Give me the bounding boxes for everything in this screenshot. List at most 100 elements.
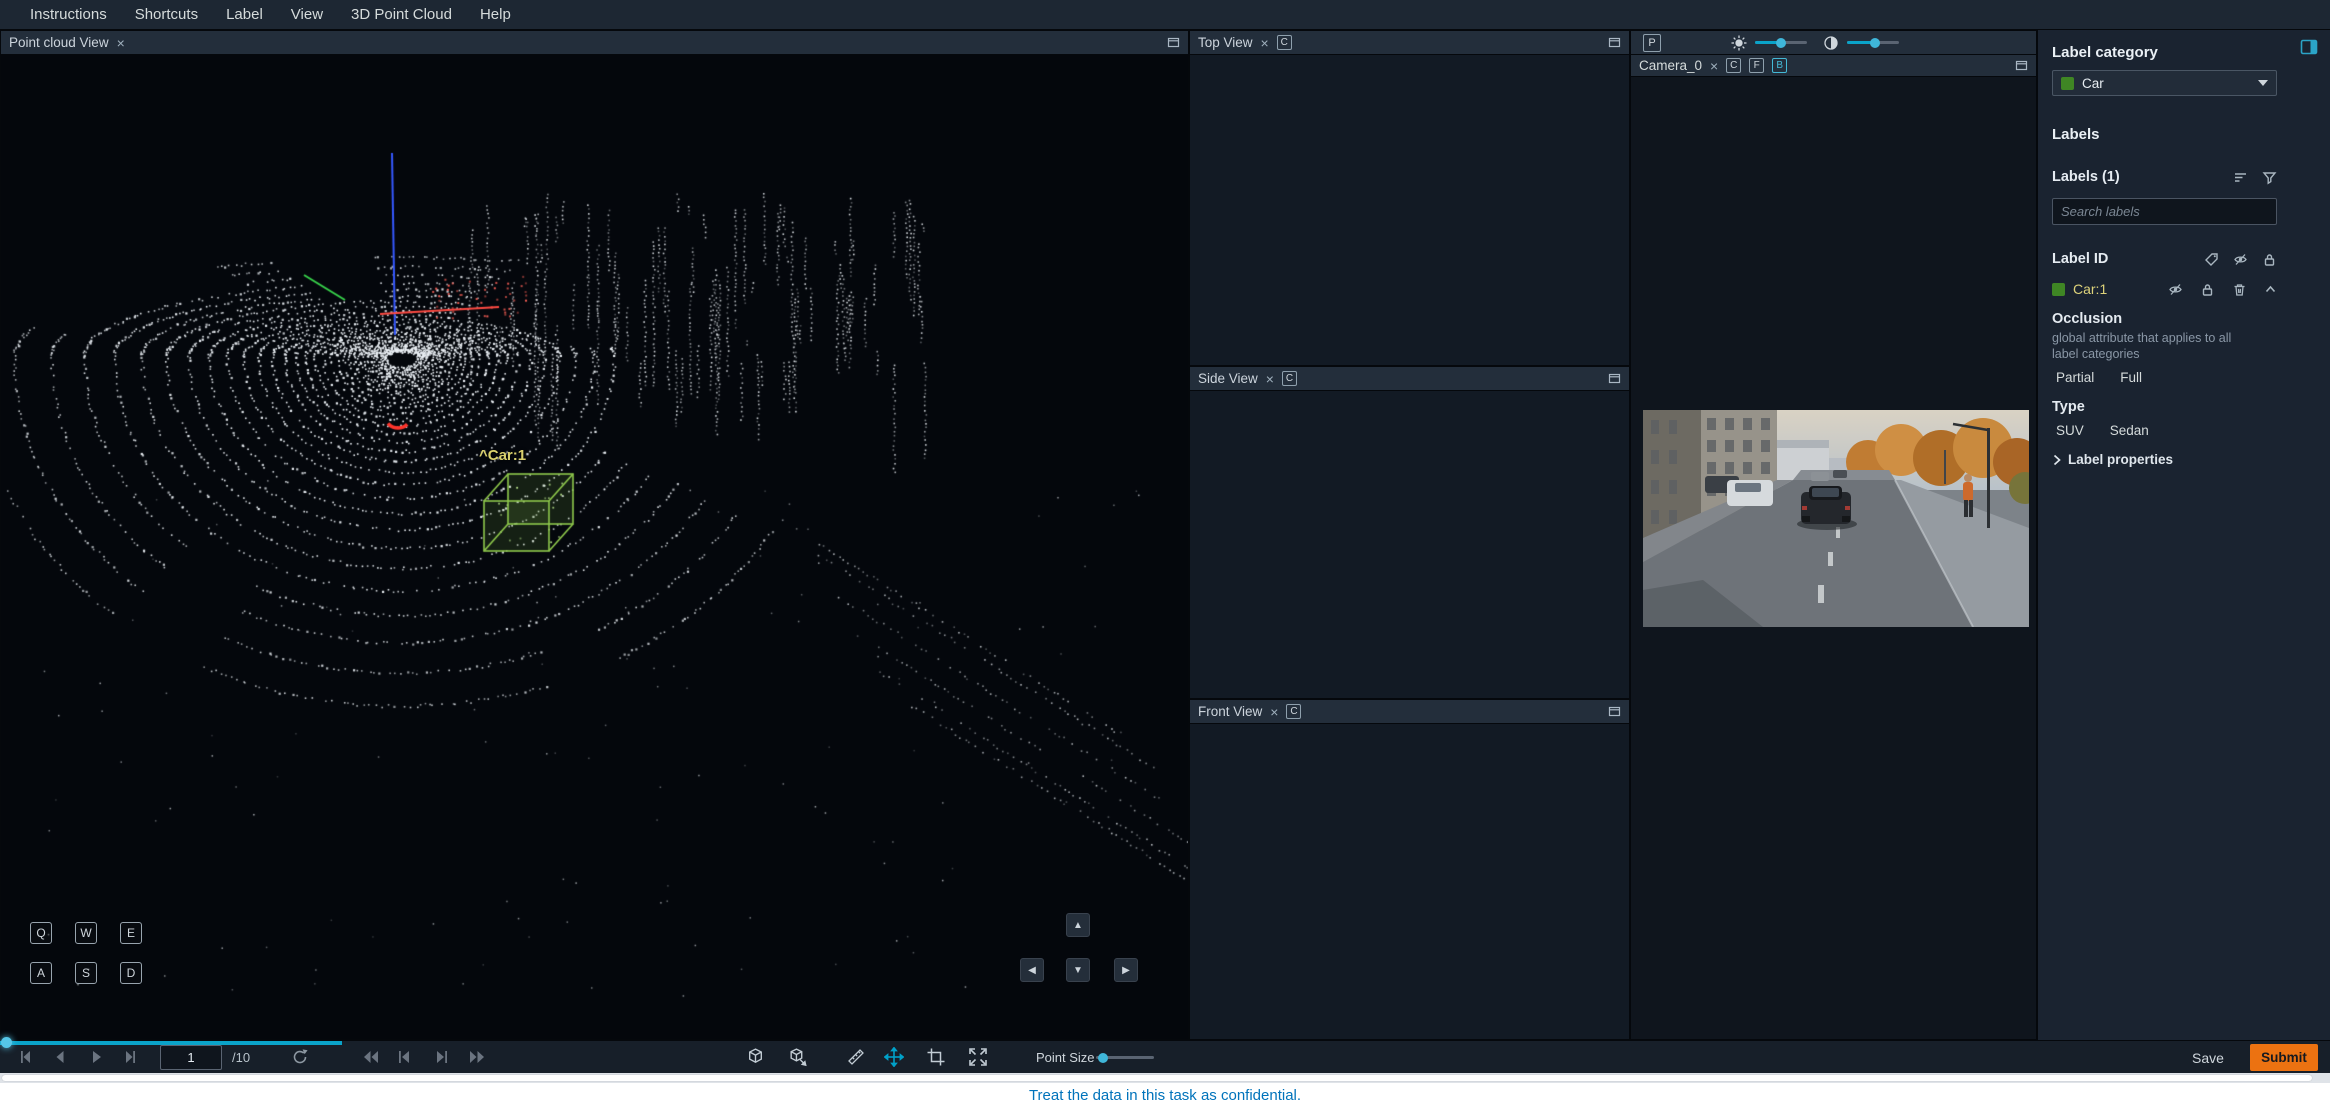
popout-icon[interactable] [1608,705,1621,718]
pan-left-button[interactable]: ◀ [1020,958,1044,982]
confidential-banner: Treat the data in this task as confident… [0,1083,2330,1107]
eye-off-icon[interactable] [2233,252,2248,267]
type-option-sedan[interactable]: Sedan [2110,423,2149,438]
save-button[interactable]: Save [2180,1041,2236,1074]
trash-icon[interactable] [2232,282,2247,297]
point-cloud-canvas[interactable] [1,55,1188,1039]
labels-count: Labels (1) [2052,169,2120,185]
menu-bar: Instructions Shortcuts Label View 3D Poi… [0,0,2330,30]
c-badge[interactable]: C [1281,371,1297,386]
left-arrow-icon: ◀ [1028,964,1036,976]
step-back-icon[interactable] [52,1049,68,1065]
contrast-slider[interactable] [1847,37,1899,48]
point-cloud-panel-header: Point cloud View × [1,31,1188,55]
projection-toggle-button[interactable]: P [1643,34,1661,52]
popout-icon[interactable] [1167,36,1180,49]
close-icon[interactable]: × [1261,36,1269,50]
prev-frame-icon[interactable] [396,1049,414,1065]
label-category-dropdown[interactable]: Car [2052,70,2277,96]
submit-button[interactable]: Submit [2250,1044,2318,1071]
label-name: Car:1 [2073,281,2108,297]
skip-to-start-icon[interactable] [18,1049,34,1065]
close-icon[interactable]: × [1266,372,1274,386]
lock-icon[interactable] [2262,252,2277,267]
top-view-header: Top View × C [1190,31,1629,55]
projection-views-column: Top View × C Side View × C Front View × … [1189,30,1630,1040]
frame-number-input[interactable] [160,1045,222,1070]
label-properties-label: Label properties [2068,452,2174,468]
side-view-viewport[interactable] [1190,391,1629,698]
app-root: Instructions Shortcuts Label View 3D Poi… [0,0,2330,1107]
c-badge[interactable]: C [1276,35,1292,50]
ruler-icon[interactable] [846,1047,866,1067]
frame-slider-handle[interactable] [1,1037,12,1048]
close-icon[interactable]: × [1710,59,1718,73]
pan-right-button[interactable]: ▶ [1114,958,1138,982]
horizontal-scrollbar[interactable] [0,1073,2330,1083]
menu-item-shortcuts[interactable]: Shortcuts [135,6,198,23]
camera-image[interactable] [1643,410,2029,627]
front-view-panel: Front View × C [1189,699,1630,1040]
front-view-viewport[interactable] [1190,724,1629,1039]
menu-item-view[interactable]: View [291,6,323,23]
label-category-heading: Label category [2052,44,2158,61]
filter-icon[interactable] [2262,170,2277,185]
fast-forward-icon[interactable] [468,1049,486,1065]
label-properties-toggle[interactable]: Label properties [2052,452,2316,467]
play-icon[interactable] [88,1049,104,1065]
menu-item-help[interactable]: Help [480,6,511,23]
key-q[interactable]: Q [30,922,52,944]
pan-up-button[interactable]: ▲ [1066,913,1090,937]
brightness-slider[interactable] [1755,37,1807,48]
popout-icon[interactable] [1608,372,1621,385]
point-cloud-panel-title: Point cloud View [9,35,109,50]
key-s[interactable]: S [75,962,97,984]
up-arrow-icon: ▲ [1073,919,1083,931]
menu-item-label[interactable]: Label [226,6,263,23]
f-badge[interactable]: F [1749,58,1765,73]
eye-off-icon[interactable] [2168,282,2183,297]
confidential-notice: Treat the data in this task as confident… [1028,1086,1302,1104]
cuboid-label: ^Car:1 [479,447,527,464]
fullscreen-icon[interactable] [968,1047,988,1067]
key-e[interactable]: E [120,922,142,944]
c-badge[interactable]: C [1286,704,1302,719]
key-w[interactable]: W [75,922,97,944]
move-tool-icon[interactable] [884,1047,904,1067]
fast-rewind-icon[interactable] [362,1049,380,1065]
crop-icon[interactable] [926,1047,946,1067]
menu-item-3d-point-cloud[interactable]: 3D Point Cloud [351,6,452,23]
pan-down-button[interactable]: ▼ [1066,958,1090,982]
b-badge[interactable]: B [1772,58,1788,73]
key-d[interactable]: D [120,962,142,984]
close-icon[interactable]: × [117,36,125,50]
occlusion-option-partial[interactable]: Partial [2056,370,2094,385]
next-frame-icon[interactable] [432,1049,450,1065]
reload-frame-icon[interactable] [290,1047,310,1067]
key-a[interactable]: A [30,962,52,984]
popout-icon[interactable] [1608,36,1621,49]
close-icon[interactable]: × [1270,705,1278,719]
brightness-icon [1731,35,1747,51]
c-badge[interactable]: C [1726,58,1742,73]
occlusion-option-full[interactable]: Full [2120,370,2142,385]
label-sidebar: Label category Car Labels Labels (1) Lab… [2037,30,2330,1040]
search-labels-input[interactable] [2052,198,2277,225]
cuboid-tool-icon[interactable] [746,1048,765,1067]
top-view-viewport[interactable] [1190,55,1629,365]
type-option-suv[interactable]: SUV [2056,423,2084,438]
tag-icon[interactable] [2204,252,2219,267]
chevron-up-icon[interactable] [2264,283,2277,296]
skip-to-end-icon[interactable] [122,1049,138,1065]
label-row-car-1[interactable]: Car:1 [2052,277,2277,301]
collapse-panel-icon[interactable] [2300,38,2318,56]
front-view-header: Front View × C [1190,700,1629,724]
popout-icon[interactable] [2015,59,2028,72]
cuboid-fit-tool-icon[interactable] [788,1048,807,1067]
menu-item-instructions[interactable]: Instructions [30,6,107,23]
sort-icon[interactable] [2233,170,2248,185]
camera-toolbar: P [1631,31,2036,55]
point-size-slider[interactable] [1096,1052,1154,1063]
point-cloud-viewport[interactable]: ^Car:1 Q W E A S D ▲ ◀ ▼ ▶ [1,55,1188,1039]
lock-icon[interactable] [2200,282,2215,297]
